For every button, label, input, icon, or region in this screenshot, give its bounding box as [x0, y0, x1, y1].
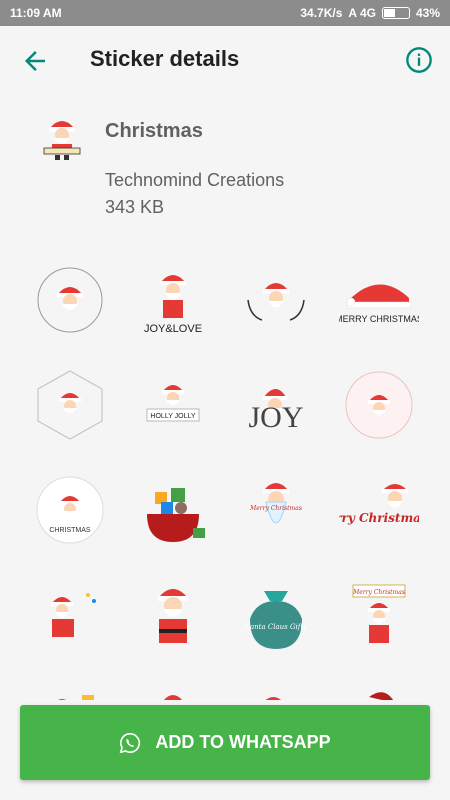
pack-info: Christmas Technomind Creations 343 KB [0, 96, 450, 246]
santa-sticker-icon: Merry Christmas [339, 484, 419, 525]
santa-sticker-icon: Merry Christmas [249, 483, 302, 524]
page-title: Sticker details [90, 46, 240, 71]
santa-sticker-icon [345, 371, 413, 439]
santa-sticker-icon: JOY [248, 389, 304, 434]
sticker-item[interactable]: JOY&LOVE [123, 250, 223, 350]
app-bar: Sticker details [0, 26, 450, 96]
sticker-item[interactable]: CHRISTMAS [20, 460, 120, 560]
status-bar: 11:09 AM 34.7K/s A 4G 43% [0, 0, 450, 26]
sticker-item[interactable] [329, 355, 429, 455]
santa-sticker-icon [158, 589, 188, 643]
santa-sticker-icon [369, 692, 394, 700]
sticker-item[interactable] [226, 665, 326, 700]
status-time: 11:09 AM [10, 6, 62, 20]
network-speed: 34.7K/s [300, 6, 343, 20]
info-icon[interactable] [405, 46, 433, 74]
sticker-caption: JOY&LOVE [144, 323, 202, 335]
pack-name: Christmas [105, 120, 203, 142]
sticker-caption: JOY [248, 401, 303, 434]
sticker-item[interactable] [20, 250, 120, 350]
pack-size: 343 KB [105, 197, 165, 217]
santa-sticker-icon: Merry Christmas [352, 584, 406, 643]
add-to-whatsapp-button[interactable]: ADD TO WHATSAPP [20, 705, 430, 780]
sticker-item[interactable]: Santa Claus Gifts [226, 565, 326, 665]
status-icons: 34.7K/s A 4G 43% [300, 6, 440, 20]
santa-sticker-icon [37, 370, 103, 440]
arrow-back-icon[interactable] [20, 46, 50, 76]
pack-thumbnail-icon [43, 121, 81, 160]
sticker-item[interactable]: JOY [226, 355, 326, 455]
sticker-caption: Merry Christmas [249, 505, 302, 512]
santa-sticker-icon [163, 695, 183, 700]
gift-bag-icon: Santa Claus Gifts [245, 591, 307, 649]
santa-sticker-icon: CHRISTMAS [36, 476, 104, 544]
add-to-whatsapp-label: ADD TO WHATSAPP [155, 732, 331, 752]
sticker-item[interactable]: Merry Christmas [329, 460, 429, 560]
sticker-caption: Merry Christmas [339, 511, 419, 525]
sticker-item[interactable] [123, 460, 223, 560]
battery-percent: 43% [415, 6, 440, 20]
santa-sticker-icon [247, 283, 305, 321]
santa-sticker-icon [51, 593, 96, 637]
sticker-item[interactable] [20, 355, 120, 455]
sticker-item[interactable] [123, 665, 223, 700]
santa-sticker-icon [37, 267, 103, 333]
sticker-item[interactable] [226, 250, 326, 350]
network-type: A 4G [348, 6, 376, 20]
sticker-item[interactable]: MERRY CHRISTMAS [329, 250, 429, 350]
sticker-caption: Merry Christmas [352, 589, 405, 596]
sticker-item[interactable]: Merry Christmas [329, 565, 429, 665]
sticker-item[interactable] [123, 565, 223, 665]
sticker-item[interactable] [329, 665, 429, 700]
battery-icon [381, 7, 410, 19]
santa-sticker-icon [58, 695, 94, 700]
santa-sticker-icon [265, 697, 281, 700]
sticker-item[interactable]: HOLLY JOLLY [123, 355, 223, 455]
santa-sticker-icon: HOLLY JOLLY [146, 385, 200, 422]
whatsapp-icon [120, 732, 141, 753]
sticker-caption: MERRY CHRISTMAS [339, 314, 419, 324]
sticker-grid: JOY&LOVE MERRY CHRISTMAS HOLLY JOLLY JOY… [20, 250, 430, 700]
sticker-caption: HOLLY JOLLY [150, 413, 195, 420]
santa-hat-icon: MERRY CHRISTMAS [339, 284, 419, 324]
santa-sticker-icon: JOY&LOVE [144, 275, 202, 335]
sticker-caption: Santa Claus Gifts [245, 623, 307, 631]
gift-sack-icon [147, 488, 205, 542]
sticker-item[interactable]: Merry Christmas [226, 460, 326, 560]
sticker-caption: CHRISTMAS [49, 527, 91, 534]
pack-publisher: Technomind Creations [105, 170, 285, 190]
sticker-item[interactable] [20, 665, 120, 700]
sticker-item[interactable] [20, 565, 120, 665]
